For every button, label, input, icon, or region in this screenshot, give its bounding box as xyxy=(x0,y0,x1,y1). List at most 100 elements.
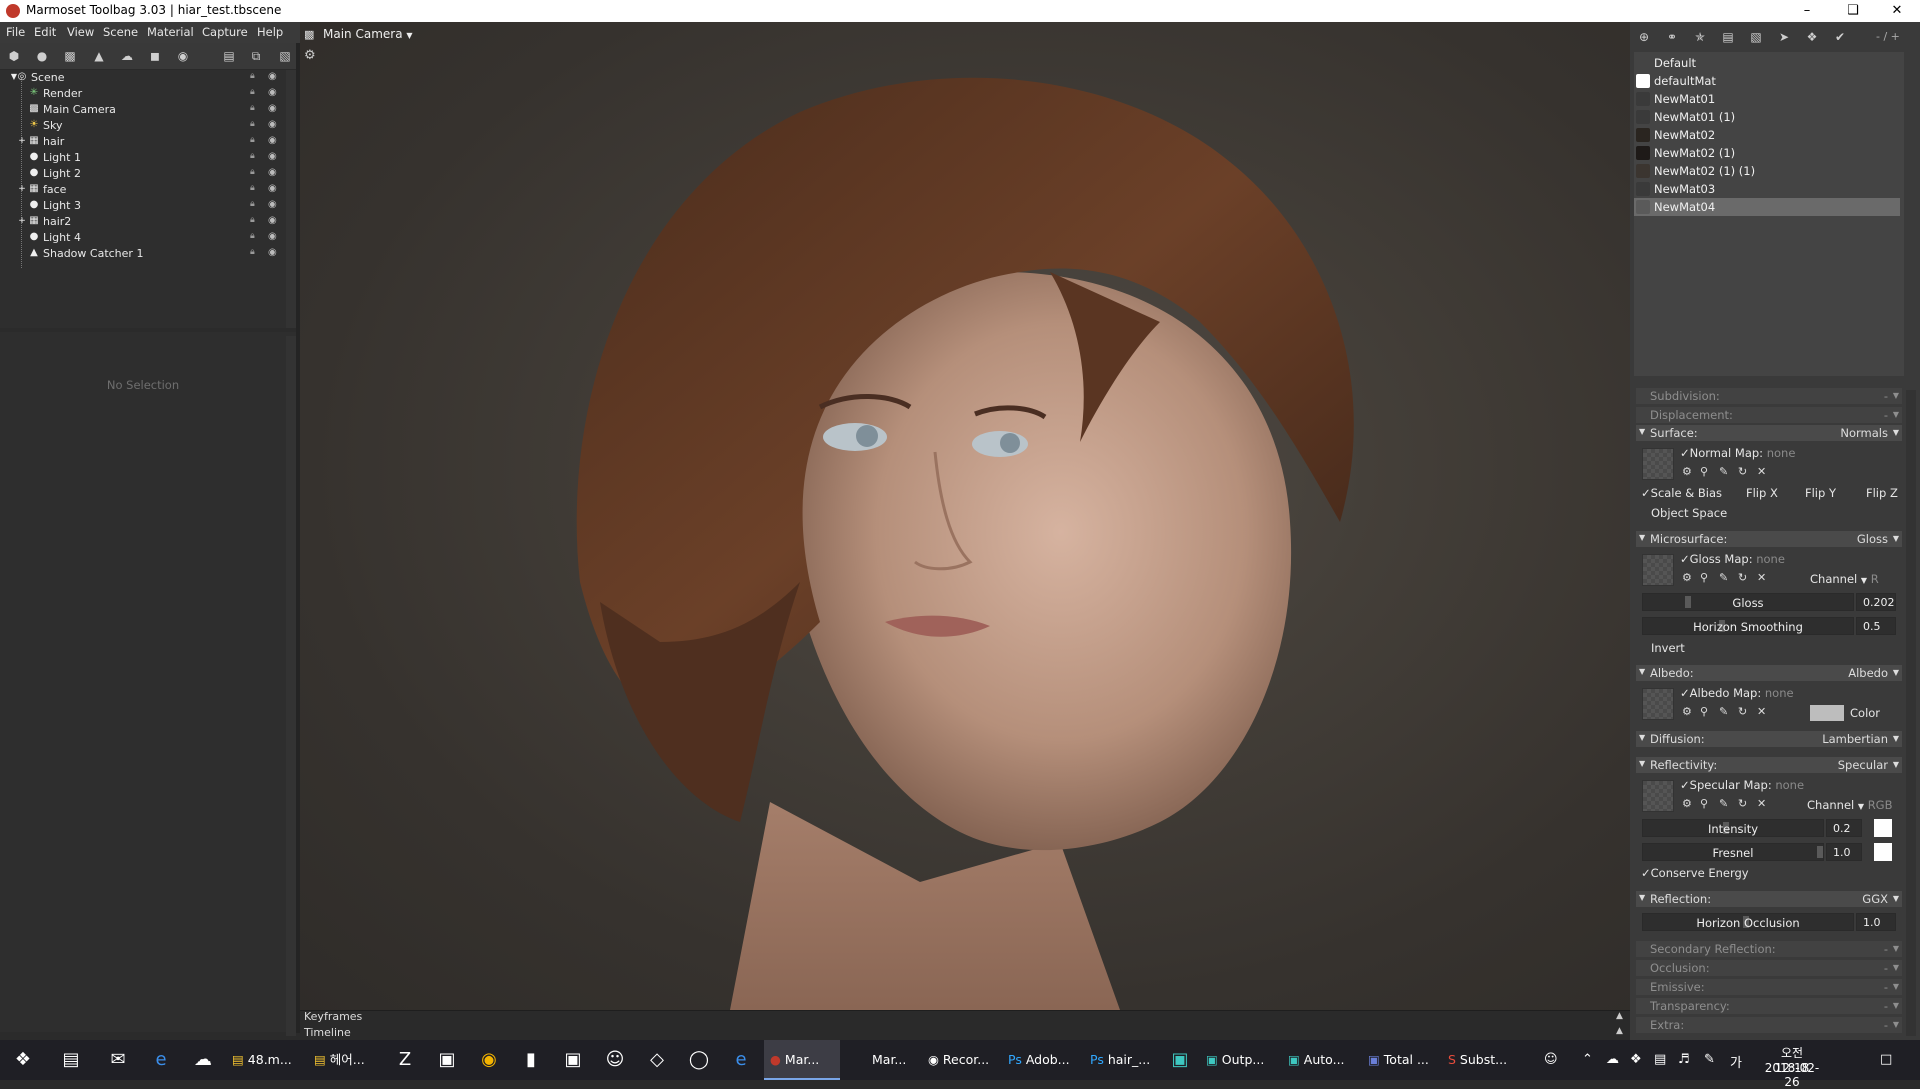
section-displacement[interactable]: Displacement: - ▼ xyxy=(1636,407,1902,423)
expand-icon[interactable]: + xyxy=(16,183,28,195)
gear-icon[interactable]: ⚙ xyxy=(1682,797,1692,810)
tree-item-face[interactable]: + ▦ face 🔒︎ ◉ xyxy=(0,182,286,198)
tree-item-main-camera[interactable]: ▩ Main Camera 🔒︎ ◉ xyxy=(0,102,286,118)
section-subdivision[interactable]: Subdivision: - ▼ xyxy=(1636,388,1902,404)
tree-item-light-4[interactable]: ● Light 4 🔒︎ ◉ xyxy=(0,230,286,246)
normal-map-checkbox[interactable]: ✓Normal Map: none xyxy=(1680,446,1795,460)
search-icon[interactable]: ⚲ xyxy=(1700,571,1708,584)
section-reflectivity[interactable]: ▼ Reflectivity: Specular ▼ xyxy=(1636,757,1902,773)
section-albedo[interactable]: ▼ Albedo: Albedo ▼ xyxy=(1636,665,1902,681)
section-emissive[interactable]: Emissive: - ▼ xyxy=(1636,979,1902,995)
pick-material-icon[interactable]: ❖ xyxy=(1805,30,1819,44)
viewport[interactable] xyxy=(300,22,1630,1010)
fresnel-field[interactable]: 1.0 xyxy=(1826,843,1862,861)
zoom-controls[interactable]: - / + xyxy=(1876,30,1900,43)
reset-icon[interactable]: ✔ xyxy=(1833,30,1847,44)
reload-icon[interactable]: ↻ xyxy=(1738,571,1747,584)
taskbar-app[interactable]: Ps Adob... xyxy=(1008,1040,1080,1080)
clear-icon[interactable]: ✕ xyxy=(1757,705,1766,718)
lock-icon[interactable]: 🔒︎ xyxy=(250,247,261,258)
taskbar-app[interactable]: ▤ 48.m... xyxy=(232,1040,296,1080)
fresnel-slider[interactable]: Fresnel xyxy=(1642,843,1824,861)
visibility-icon[interactable]: ◉ xyxy=(268,215,280,226)
gear-icon[interactable]: ⚙ xyxy=(1682,571,1692,584)
search-icon[interactable]: ⚲ xyxy=(1700,465,1708,478)
section-diffusion[interactable]: ▼ Diffusion: Lambertian ▼ xyxy=(1636,731,1902,747)
albedo-map-checkbox[interactable]: ✓Albedo Map: none xyxy=(1680,686,1794,700)
add-shadow-catcher-icon[interactable]: ▲ xyxy=(92,49,106,63)
chrome-icon[interactable]: ◉ xyxy=(477,1048,501,1072)
delete-icon[interactable]: ▧ xyxy=(1749,30,1763,44)
specular-map-slot[interactable] xyxy=(1642,780,1674,812)
menu-material[interactable]: Material xyxy=(147,25,194,39)
intensity-slider[interactable]: Intensity xyxy=(1642,819,1824,837)
menu-file[interactable]: File xyxy=(6,25,25,39)
search-icon[interactable]: ⚲ xyxy=(1700,797,1708,810)
visibility-icon[interactable]: ◉ xyxy=(268,247,280,258)
tree-item-render[interactable]: ✳ Render 🔒︎ ◉ xyxy=(0,86,286,102)
material-item[interactable]: NewMat02 xyxy=(1634,126,1900,144)
tree-item-hair[interactable]: + ▦ hair 🔒︎ ◉ xyxy=(0,134,286,150)
scale-bias-checkbox[interactable]: ✓Scale & Bias xyxy=(1641,486,1722,500)
gloss-map-slot[interactable] xyxy=(1642,554,1674,586)
search-icon[interactable]: ⚲ xyxy=(1700,705,1708,718)
visibility-icon[interactable]: ◉ xyxy=(268,103,280,114)
menu-capture[interactable]: Capture xyxy=(202,25,248,39)
horizon-smoothing-slider[interactable]: Horizon Smoothing xyxy=(1642,617,1854,635)
lock-icon[interactable]: 🔒︎ xyxy=(250,103,261,114)
reload-icon[interactable]: ↻ xyxy=(1738,797,1747,810)
volume-icon[interactable]: ♬ xyxy=(1678,1052,1690,1067)
app-icon[interactable]: ▣ xyxy=(561,1048,585,1072)
delete-icon[interactable]: ▧ xyxy=(278,49,292,63)
lock-icon[interactable]: 🔒︎ xyxy=(250,183,261,194)
material-item[interactable]: NewMat02 (1) xyxy=(1634,144,1900,162)
add-fog-icon[interactable]: ☁ xyxy=(120,49,134,63)
intensity-field[interactable]: 0.2 xyxy=(1826,819,1862,837)
menu-help[interactable]: Help xyxy=(257,25,283,39)
tree-item-hair2[interactable]: + ▦ hair2 🔒︎ ◉ xyxy=(0,214,286,230)
folder-icon[interactable]: ▤ xyxy=(1721,30,1735,44)
visibility-icon[interactable]: ◉ xyxy=(268,135,280,146)
menu-scene[interactable]: Scene xyxy=(103,25,138,39)
duplicate-icon[interactable]: ⧉ xyxy=(249,49,263,63)
visibility-icon[interactable]: ◉ xyxy=(268,167,280,178)
visibility-icon[interactable]: ◉ xyxy=(268,231,280,242)
tree-item-shadow-catcher-1[interactable]: ▲ Shadow Catcher 1 🔒︎ ◉ xyxy=(0,246,286,262)
section-surface[interactable]: ▼ Surface: Normals ▼ xyxy=(1636,425,1902,441)
material-item[interactable]: NewMat01 xyxy=(1634,90,1900,108)
scene-tree-scrollbar[interactable] xyxy=(286,70,296,328)
channel-dropdown[interactable]: Channel ▼ R xyxy=(1810,572,1879,586)
pen-icon[interactable]: ✎ xyxy=(1704,1052,1715,1067)
taskbar-app[interactable]: S Subst... xyxy=(1448,1040,1520,1080)
material-item-selected[interactable]: NewMat04 xyxy=(1634,198,1900,216)
duplicate-material-icon[interactable]: ⚭ xyxy=(1665,30,1679,44)
lock-icon[interactable]: 🔒︎ xyxy=(250,199,261,210)
section-microsurface[interactable]: ▼ Microsurface: Gloss ▼ xyxy=(1636,531,1902,547)
material-library-icon[interactable]: ✯ xyxy=(1693,30,1707,44)
close-icon[interactable]: ✕ xyxy=(1874,0,1920,22)
taskbar-app[interactable]: Ps hair_... xyxy=(1090,1040,1162,1080)
material-list-scrollbar[interactable] xyxy=(1906,52,1916,376)
visibility-icon[interactable]: ◉ xyxy=(268,87,280,98)
edit-icon[interactable]: ✎ xyxy=(1719,571,1728,584)
object-space-checkbox[interactable]: Object Space xyxy=(1651,506,1727,520)
lock-icon[interactable]: 🔒︎ xyxy=(250,231,261,242)
menu-view[interactable]: View xyxy=(67,25,94,39)
ie-icon[interactable]: e xyxy=(729,1048,753,1072)
menu-edit[interactable]: Edit xyxy=(34,25,56,39)
people-icon[interactable]: ☺ xyxy=(1544,1052,1558,1067)
channel-dropdown[interactable]: Channel ▼ RGB xyxy=(1807,798,1892,812)
flip-y-checkbox[interactable]: Flip Y xyxy=(1805,486,1836,500)
add-turntable-icon[interactable]: ◼ xyxy=(148,49,162,63)
lock-icon[interactable]: 🔒︎ xyxy=(250,119,261,130)
tree-item-sky[interactable]: ☀ Sky 🔒︎ ◉ xyxy=(0,118,286,134)
taskbar-app[interactable]: ◉ Recor... xyxy=(928,1040,1000,1080)
lock-icon[interactable]: 🔒︎ xyxy=(250,135,261,146)
chevron-up-icon[interactable]: ⌃ xyxy=(1582,1052,1593,1067)
visibility-icon[interactable]: ◉ xyxy=(268,71,280,82)
fresnel-color-swatch[interactable] xyxy=(1874,843,1892,861)
minimize-icon[interactable]: – xyxy=(1784,0,1830,22)
app-icon[interactable]: ▣ xyxy=(1168,1048,1192,1072)
edge-icon[interactable]: e xyxy=(149,1048,173,1072)
lock-icon[interactable]: 🔒︎ xyxy=(250,87,261,98)
